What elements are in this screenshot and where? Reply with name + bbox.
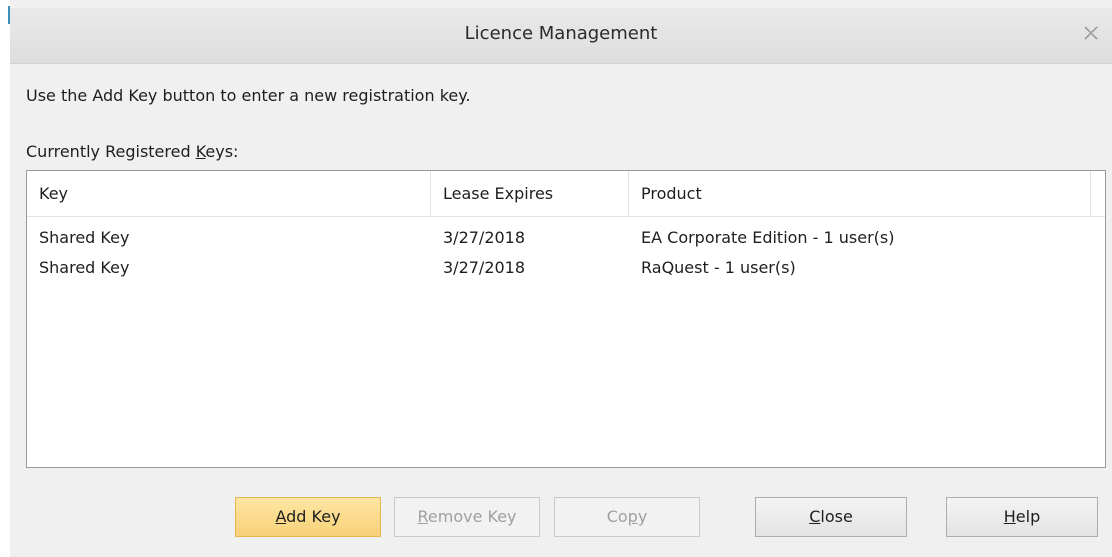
table-row[interactable]: Shared Key 3/27/2018 RaQuest - 1 user(s) [27, 253, 1105, 283]
instruction-text: Use the Add Key button to enter a new re… [26, 86, 471, 105]
table-row[interactable]: Shared Key 3/27/2018 EA Corporate Editio… [27, 223, 1105, 253]
copy-button[interactable]: Copy [554, 497, 700, 537]
remove-key-label: emove Key [427, 507, 517, 526]
product-cell: EA Corporate Edition - 1 user(s) [641, 228, 895, 247]
window-title: Licence Management [464, 23, 658, 44]
copy-mnemonic: p [627, 507, 638, 526]
add-key-mnemonic: A [275, 507, 287, 526]
column-header-lease-expires[interactable]: Lease Expires [431, 171, 629, 217]
close-mnemonic: C [809, 507, 821, 526]
help-mnemonic: H [1003, 507, 1016, 526]
keys-label-mnemonic: K [195, 142, 206, 161]
add-key-button[interactable]: Add Key [235, 497, 381, 537]
column-header-key[interactable]: Key [27, 171, 431, 217]
keys-label-suffix: eys: [205, 142, 239, 161]
keys-label-prefix: Currently Registered [26, 142, 196, 161]
window-edge [0, 0, 10, 557]
licence-management-dialog: Licence Management Use the Add Key butto… [0, 0, 1112, 557]
column-header-product[interactable]: Product [629, 171, 1091, 217]
key-cell: Shared Key [39, 228, 130, 247]
close-button[interactable]: Close [755, 497, 907, 537]
close-icon[interactable] [1082, 24, 1100, 42]
registered-keys-list[interactable]: Key Lease Expires Product Shared Key 3/2… [26, 170, 1106, 468]
lease-expires-cell: 3/27/2018 [443, 258, 526, 277]
product-cell: RaQuest - 1 user(s) [641, 258, 796, 277]
copy-label-prefix: Co [606, 507, 628, 526]
help-label: elp [1015, 507, 1041, 526]
registered-keys-label: Currently Registered Keys: [26, 142, 238, 161]
remove-key-mnemonic: R [417, 507, 428, 526]
title-bar[interactable]: Licence Management [10, 8, 1112, 64]
close-label: lose [820, 507, 853, 526]
key-cell: Shared Key [39, 258, 130, 277]
lease-expires-cell: 3/27/2018 [443, 228, 526, 247]
copy-label-suffix: y [637, 507, 648, 526]
list-header: Key Lease Expires Product [27, 171, 1105, 217]
add-key-label: dd Key [286, 507, 341, 526]
help-button[interactable]: Help [946, 497, 1098, 537]
dialog-content: Use the Add Key button to enter a new re… [10, 64, 1112, 557]
remove-key-button[interactable]: Remove Key [394, 497, 540, 537]
